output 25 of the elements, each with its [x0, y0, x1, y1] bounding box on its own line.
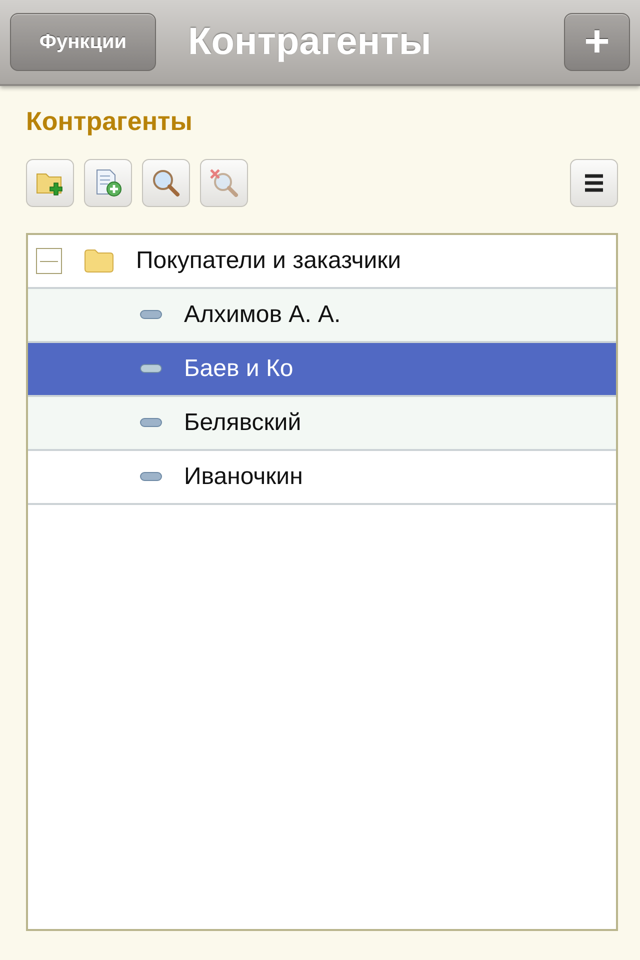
menu-button[interactable] [570, 159, 618, 207]
menu-icon [583, 172, 605, 194]
item-icon [140, 472, 162, 482]
new-item-button[interactable] [84, 159, 132, 207]
section-title: Контрагенты [26, 106, 194, 137]
search-button[interactable] [142, 159, 190, 207]
item-icon [140, 418, 162, 428]
item-label: Алхимов А. А. [184, 301, 341, 329]
folder-icon [84, 249, 114, 273]
clear-search-icon [209, 168, 239, 198]
group-label: Покупатели и заказчики [136, 247, 402, 275]
tree-row[interactable]: Баев и Ко [28, 343, 616, 397]
search-icon [151, 168, 181, 198]
tree-row[interactable]: Белявский [28, 397, 616, 451]
item-label: Баев и Ко [184, 355, 294, 383]
item-label: Белявский [184, 409, 302, 437]
tree-row[interactable]: Алхимов А. А. [28, 289, 616, 343]
item-label: Иваночкин [184, 463, 303, 491]
new-folder-button[interactable] [26, 159, 74, 207]
item-icon [140, 310, 162, 320]
tree-row[interactable]: Иваночкин [28, 451, 616, 505]
screen-title: Контрагенты [187, 20, 432, 64]
clear-search-button[interactable] [200, 159, 248, 207]
collapse-icon[interactable] [36, 248, 62, 274]
item-icon [140, 364, 162, 374]
